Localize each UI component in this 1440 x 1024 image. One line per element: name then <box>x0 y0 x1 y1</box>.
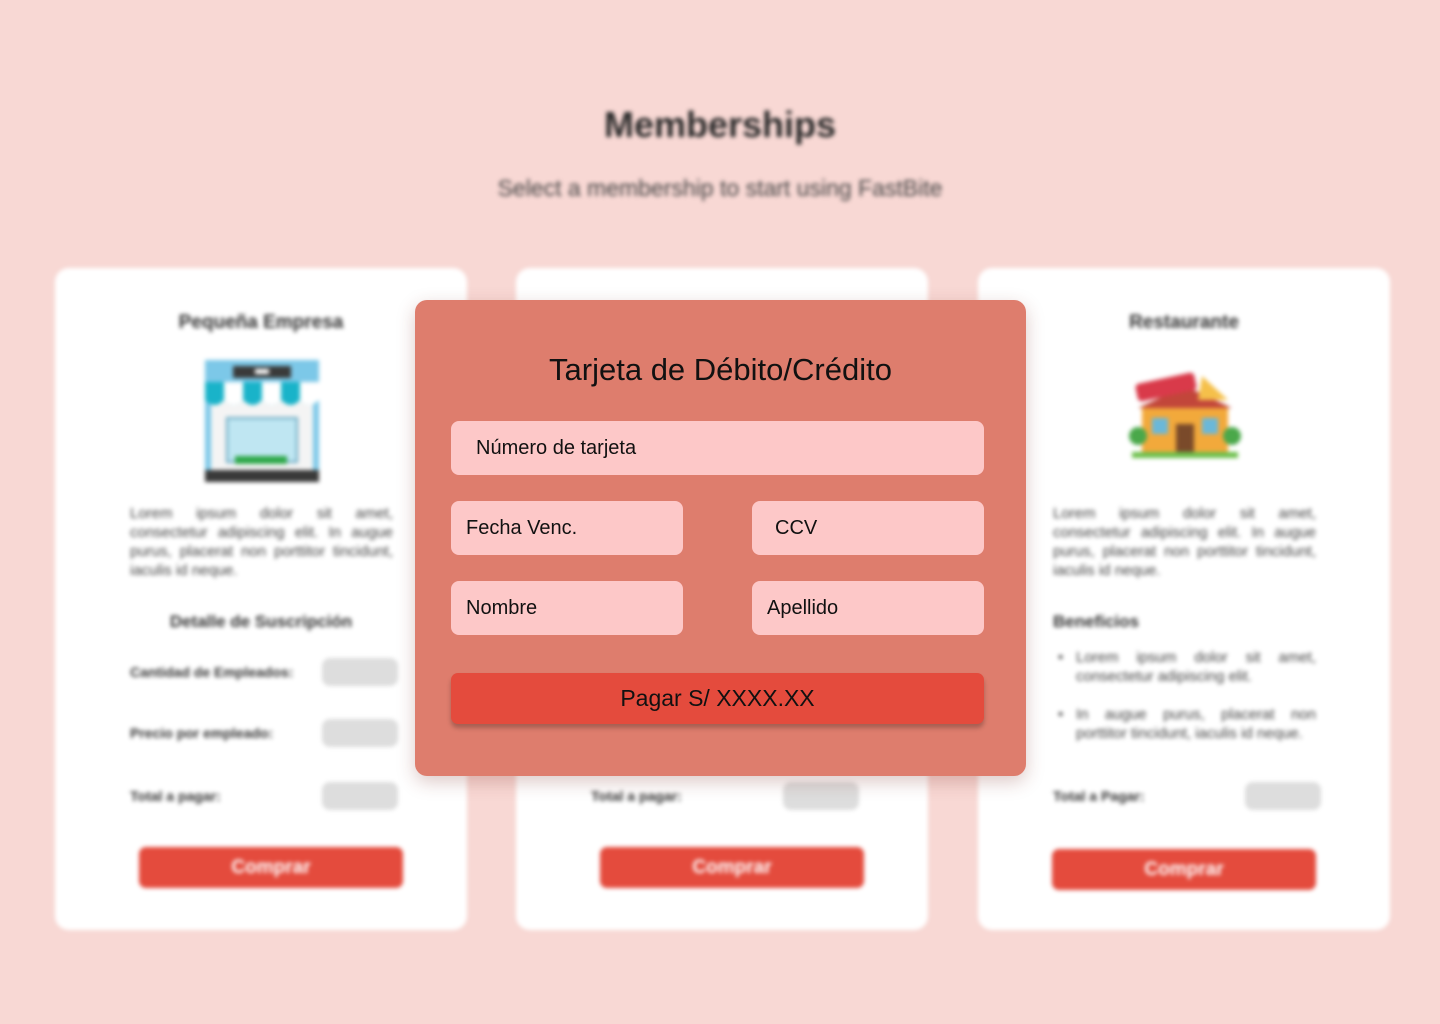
employees-input[interactable] <box>322 658 398 686</box>
subscription-detail-title: Detalle de Suscripción <box>169 612 353 631</box>
expiry-date-field[interactable]: Fecha Venc. <box>451 501 683 555</box>
detail-label: Total a pagar: <box>591 788 682 804</box>
total-value <box>1245 782 1321 810</box>
benefit-item: Lorem ipsum dolor sit amet, consectetur … <box>1056 648 1316 686</box>
card-number-field[interactable]: Número de tarjeta <box>451 421 984 475</box>
buy-button[interactable]: Comprar <box>1052 849 1316 890</box>
page-subtitle: Select a membership to start using FastB… <box>497 175 943 201</box>
restaurant-icon <box>1128 360 1242 482</box>
total-row: Total a pagar: <box>130 782 398 810</box>
benefit-item: In augue purus, placerat non porttitor t… <box>1056 705 1316 743</box>
last-name-field[interactable]: Apellido <box>752 581 984 635</box>
benefits-title: Beneficios <box>1053 612 1139 631</box>
price-row: Precio por empleado: <box>130 719 398 747</box>
employees-row: Cantidad de Empleados: <box>130 658 398 686</box>
detail-label: Total a Pagar: <box>1053 788 1145 804</box>
pay-button[interactable]: Pagar S/ XXXX.XX <box>451 673 984 724</box>
card-title: Pequeña Empresa <box>178 312 344 333</box>
store-icon <box>205 360 319 482</box>
buy-button[interactable]: Comprar <box>139 847 403 888</box>
membership-card-restaurant: Restaurante Lorem ipsum dolor sit amet, … <box>978 268 1390 930</box>
detail-label: Precio por empleado: <box>130 725 274 741</box>
ccv-field[interactable]: CCV <box>752 501 984 555</box>
detail-label: Total a pagar: <box>130 788 221 804</box>
first-name-field[interactable]: Nombre <box>451 581 683 635</box>
benefits-list: Lorem ipsum dolor sit amet, consectetur … <box>1056 648 1316 762</box>
membership-card-small-business: Pequeña Empresa Lorem ipsum dolor sit am… <box>55 268 467 930</box>
card-description: Lorem ipsum dolor sit amet, consectetur … <box>130 505 393 579</box>
total-value <box>322 782 398 810</box>
card-title: Restaurante <box>1129 312 1239 333</box>
detail-label: Cantidad de Empleados: <box>130 664 294 680</box>
price-value <box>322 719 398 747</box>
total-row: Total a Pagar: <box>1053 782 1321 810</box>
modal-title: Tarjeta de Débito/Crédito <box>549 352 892 387</box>
card-description: Lorem ipsum dolor sit amet, consectetur … <box>1053 505 1316 579</box>
payment-modal: Tarjeta de Débito/Crédito Número de tarj… <box>415 300 1026 776</box>
page-title: Memberships <box>603 104 837 145</box>
total-value <box>783 782 859 810</box>
total-row: Total a pagar: <box>591 782 859 810</box>
buy-button[interactable]: Comprar <box>600 847 864 888</box>
